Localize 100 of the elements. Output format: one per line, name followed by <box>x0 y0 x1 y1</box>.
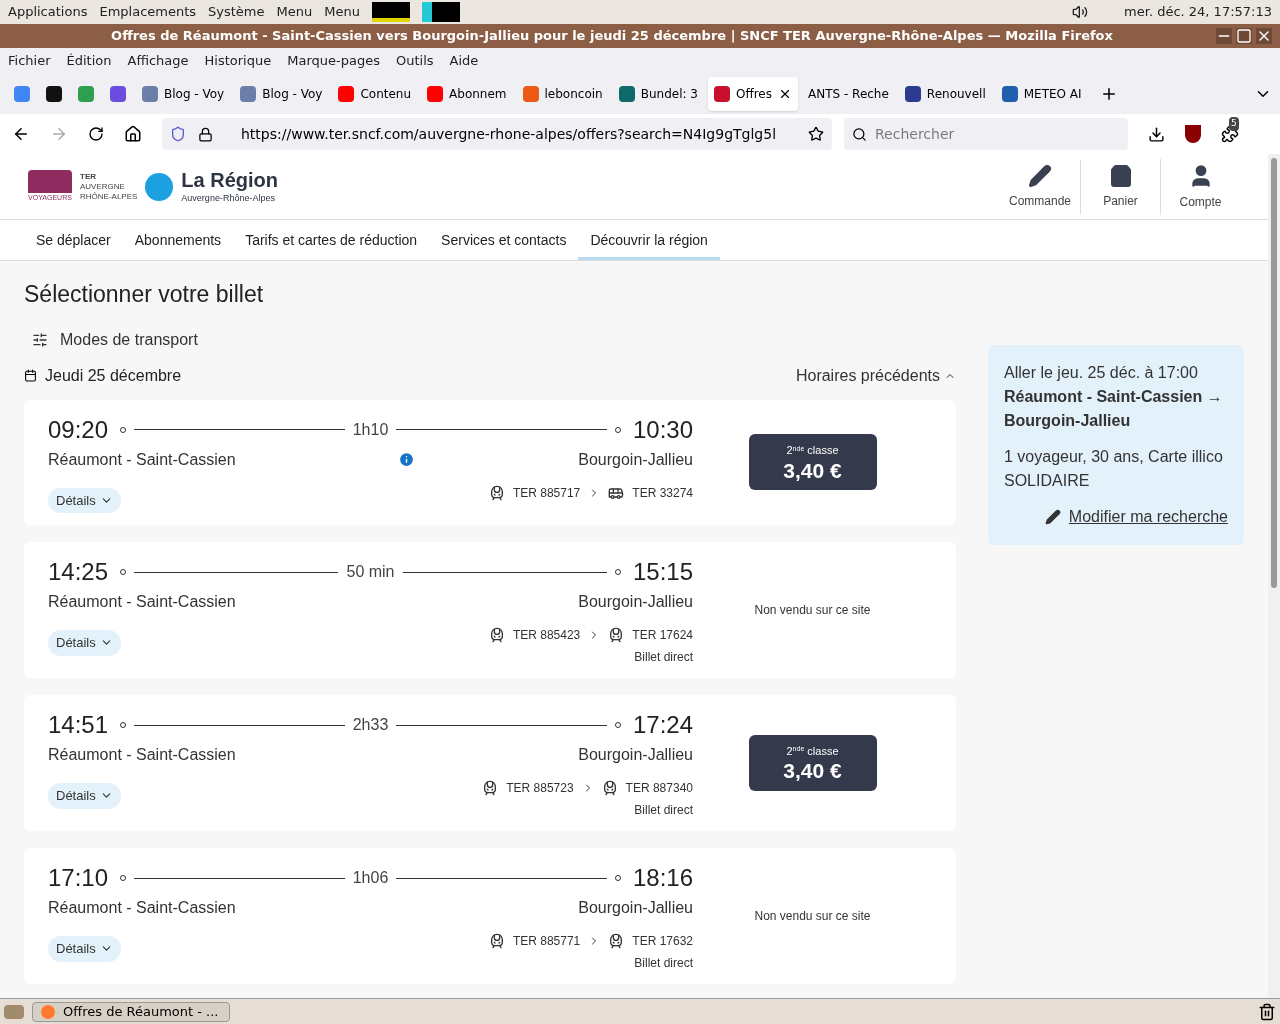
nav-tab[interactable]: Découvrir la région <box>578 220 720 260</box>
window-title: Offres de Réaumont - Saint-Cassien vers Bourgoin-Jallieu pour le jeudi 25 décembre | SNCF TER Auvergne-Rhône-Alpes — Mozilla Firefox <box>111 28 1113 44</box>
arrival-station: Bourgoin-Jallieu <box>578 449 693 470</box>
train-number: TER 885717 <box>512 484 581 502</box>
download-icon[interactable] <box>1148 125 1165 143</box>
browser-tab[interactable]: Offres <box>707 77 798 111</box>
taskbar-window-button[interactable]: Offres de Réaumont - ... <box>32 1001 230 1022</box>
details-button[interactable]: Détails <box>48 487 121 513</box>
header-action[interactable]: Panier <box>1080 159 1160 214</box>
departure-time: 14:25 <box>48 557 109 587</box>
home-icon[interactable] <box>124 125 142 143</box>
departure-station: Réaumont - Saint-Cassien <box>48 898 236 918</box>
browser-tab[interactable]: ANTS - Reche <box>802 77 895 111</box>
nav-tab[interactable]: Services et contacts <box>429 220 579 260</box>
extensions-icon[interactable] <box>1221 125 1239 143</box>
details-button[interactable]: Détails <box>48 630 121 656</box>
journey-card[interactable]: 14:25 50 min 15:15 Réaumont - Saint-Cassien Bourgoin-Jallieu Détails TER 885423 TER 17624 Billet direct Non vendu sur ce site <box>24 542 956 678</box>
train-number: TER 887340 <box>625 780 693 797</box>
trash-icon[interactable] <box>1258 1002 1276 1021</box>
departure-station: Réaumont - Saint-Cassien <box>48 449 236 470</box>
menu-item[interactable]: Affichage <box>127 51 189 71</box>
ticket-note: Billet direct <box>634 802 693 819</box>
train-icon <box>608 933 625 949</box>
details-button[interactable]: Détails <box>48 783 121 809</box>
transport-modes-button[interactable]: Modes de transport <box>32 327 198 352</box>
train-icon <box>488 933 505 949</box>
bag-icon <box>1108 163 1133 188</box>
ter-label: TER <box>80 171 97 182</box>
menu-item[interactable]: Marque-pages <box>287 51 380 71</box>
arrival-station: Bourgoin-Jallieu <box>578 592 693 612</box>
duration: 50 min <box>346 562 395 582</box>
maximize-icon[interactable] <box>1236 28 1252 44</box>
panel-menu[interactable]: Menu <box>276 2 313 22</box>
duration: 2h33 <box>352 715 389 735</box>
price-button[interactable]: 2$^{nde}$ classe 3,40 € <box>748 735 877 791</box>
page-heading: Sélectionner votre billet <box>24 280 265 309</box>
journey-card[interactable]: 09:20 1h10 10:30 Réaumont - Saint-Cassien Bourgoin-Jallieu Détails TER 885717 TER 33274 2$^{nde}$ classe 3,40 € <box>24 399 956 525</box>
panel-menu[interactable]: Applications <box>8 2 88 22</box>
train-number: TER 17632 <box>632 933 693 950</box>
details-button[interactable]: Détails <box>48 936 121 962</box>
back-icon[interactable] <box>12 125 30 143</box>
modify-search-link[interactable]: Modifier ma recherche <box>1044 505 1228 529</box>
panel-menu[interactable]: Système <box>208 2 265 22</box>
nav-tab[interactable]: Abonnements <box>122 220 234 260</box>
tab-title: Blog - Voy <box>164 86 225 103</box>
panel-menu[interactable]: Emplacements <box>99 2 197 22</box>
ter-label: AUVERGNE <box>80 181 126 192</box>
train-number: TER 17624 <box>632 627 693 644</box>
menu-item[interactable]: Édition <box>66 51 112 71</box>
outbound-text: Aller le jeu. 25 déc. à 17:00 <box>1004 363 1199 383</box>
volume-icon[interactable] <box>1072 4 1089 20</box>
train-number: TER 33274 <box>632 484 693 502</box>
pencil-icon <box>1028 163 1052 188</box>
tab-title: Blog - Voy <box>262 86 323 103</box>
tab-title: Renouvell <box>926 86 986 103</box>
browser-tab[interactable]: Contenu <box>332 77 418 111</box>
network-graph-icon <box>421 2 460 22</box>
train-icon <box>608 627 625 643</box>
shield-extension-icon[interactable] <box>1185 125 1201 143</box>
minimize-icon[interactable] <box>1216 28 1232 44</box>
reload-icon[interactable] <box>88 126 104 142</box>
tab-title: Bundel: 3 <box>640 86 698 103</box>
tab-title: METEO AI <box>1023 86 1082 103</box>
browser-tab[interactable]: leboncoin <box>516 77 609 111</box>
nav-tab[interactable]: Tarifs et cartes de réduction <box>233 220 430 260</box>
close-tab-icon[interactable] <box>778 87 792 101</box>
journey-card[interactable]: 14:51 2h33 17:24 Réaumont - Saint-Cassien Bourgoin-Jallieu Détails TER 885723 TER 887340 Billet direct 2$^{nde}$ classe 3,40 € <box>24 695 956 831</box>
price-button[interactable]: 2$^{nde}$ classe 3,40 € <box>748 434 877 491</box>
browser-tab[interactable]: Renouvell <box>898 77 992 111</box>
scrollbar[interactable] <box>1268 154 1280 998</box>
browser-tab[interactable]: Blog - Voy <box>136 77 231 111</box>
arrival-station: Bourgoin-Jallieu <box>578 745 693 765</box>
browser-tab[interactable]: Blog - Voy <box>234 77 329 111</box>
tab-title: Abonnem <box>449 86 507 103</box>
search-field[interactable]: Rechercher <box>844 118 1128 150</box>
train-number: TER 885423 <box>512 627 581 644</box>
train-number: TER 885723 <box>506 780 574 797</box>
extension-count: 5 <box>1229 117 1239 131</box>
search-input[interactable]: Rechercher <box>875 123 1120 145</box>
menu-item[interactable]: Fichier <box>8 51 51 71</box>
header-action[interactable]: Commande <box>1000 159 1080 214</box>
panel-menu[interactable]: Menu <box>324 2 360 22</box>
menu-item[interactable]: Historique <box>204 51 272 71</box>
journey-card[interactable]: 17:10 1h06 18:16 Réaumont - Saint-Cassien Bourgoin-Jallieu Détails TER 885771 TER 17632 Billet direct Non vendu sur ce site <box>24 848 956 984</box>
menu-item[interactable]: Outils <box>395 51 434 71</box>
close-icon[interactable] <box>1256 28 1272 44</box>
menu-item[interactable]: Aide <box>449 51 479 71</box>
browser-tab[interactable]: Abonnem <box>421 77 513 111</box>
browser-tab[interactable]: METEO AI <box>995 77 1088 111</box>
address-bar[interactable]: https://www.ter.sncf.com/auvergne-rhone-alpes/offers?search=N4Ig9gTglg5l <box>162 118 832 150</box>
tab-title: leboncoin <box>544 86 603 103</box>
arrival-station: Bourgoin-Jallieu <box>578 898 693 918</box>
previous-times-button[interactable]: Horaires précédents <box>795 363 956 388</box>
bookmark-star-icon[interactable] <box>808 126 824 142</box>
nav-tab[interactable]: Se déplacer <box>24 220 123 260</box>
arrival-time: 17:24 <box>632 710 693 740</box>
browser-tab[interactable]: Bundel: 3 <box>612 77 704 111</box>
header-action[interactable]: Compte <box>1160 158 1240 215</box>
pencil-icon <box>1044 509 1061 525</box>
info-icon[interactable] <box>398 451 416 468</box>
